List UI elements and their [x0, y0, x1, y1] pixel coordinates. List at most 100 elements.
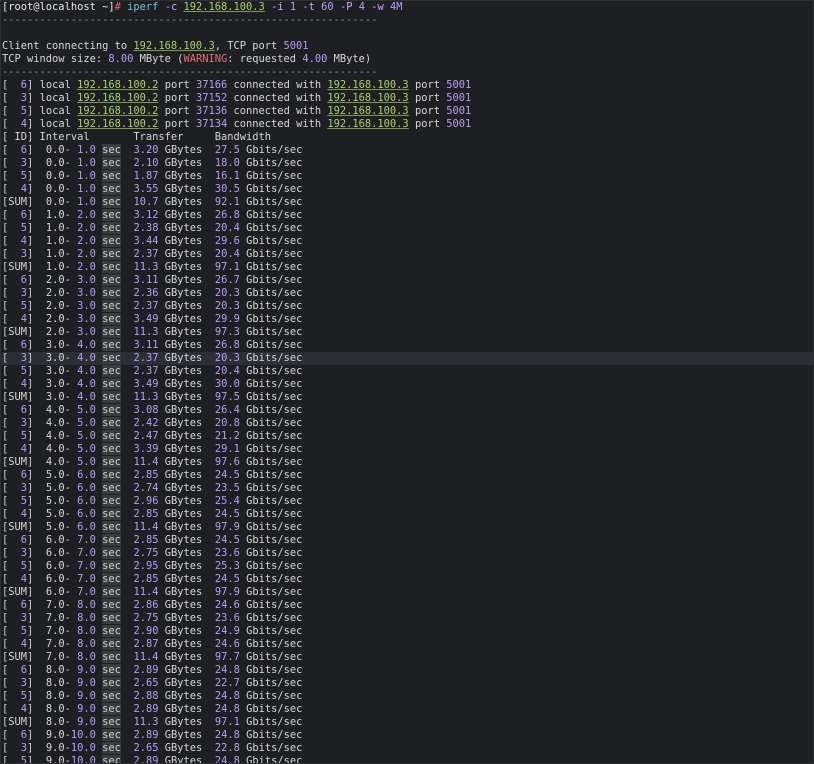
bandwidth-value: 20.4 [214, 248, 240, 260]
spacing [121, 651, 134, 663]
unit-transfer: GBytes [164, 391, 203, 403]
interval-end: 6.0 [77, 508, 96, 520]
spacing [121, 170, 134, 182]
transfer-value: 2.75 [133, 612, 159, 624]
spacing: [ [2, 144, 21, 156]
spacing [121, 690, 134, 702]
bandwidth-value: 16.1 [214, 170, 240, 182]
table-row: [SUM] 5.0- 6.0 sec 11.4 GBytes 97.9 Gbit… [1, 521, 813, 534]
spacing [33, 196, 46, 208]
connection-line: [ 6] local 192.168.100.2 port 37166 conn… [1, 79, 813, 92]
spacing [121, 716, 134, 728]
unit-bandwidth: Gbits/sec [246, 339, 303, 351]
interval-start: 1.0 [45, 235, 65, 247]
table-row: [SUM] 1.0- 2.0 sec 11.3 GBytes 97.1 Gbit… [1, 261, 813, 274]
spacing: [ [2, 573, 21, 585]
unit-sec: sec [102, 560, 121, 572]
spacing [33, 235, 46, 247]
spacing [33, 443, 46, 455]
spacing: - [64, 625, 78, 637]
transfer-value: 2.42 [133, 417, 159, 429]
bandwidth-value: 24.8 [214, 755, 240, 764]
interval-end: 1.0 [77, 183, 96, 195]
unit-transfer: GBytes [164, 313, 203, 325]
transfer-value: 2.85 [133, 573, 159, 585]
spacing: - [64, 690, 78, 702]
spacing: [ [2, 638, 21, 650]
interval-end: 8.0 [77, 599, 96, 611]
interval-start: 9.0 [45, 755, 65, 764]
table-row: [ 5] 8.0- 9.0 sec 2.88 GBytes 24.8 Gbits… [1, 690, 813, 703]
spacing: [ [2, 313, 21, 325]
unit-sec: sec [102, 235, 121, 247]
spacing [202, 222, 215, 234]
interval-end: 4.0 [77, 365, 96, 377]
spacing: [ [2, 274, 21, 286]
transfer-value: 2.47 [133, 430, 159, 442]
spacing [33, 144, 46, 156]
spacing: - [64, 157, 78, 169]
spacing [121, 326, 134, 338]
interval-end: 10.0 [70, 729, 96, 741]
bandwidth-value: 24.8 [214, 703, 240, 715]
spacing [33, 209, 46, 221]
spacing [33, 716, 46, 728]
unit-transfer: GBytes [164, 677, 203, 689]
local-port: 37136 [195, 105, 228, 117]
table-row: [ 6] 0.0- 1.0 sec 3.20 GBytes 27.5 Gbits… [1, 144, 813, 157]
spacing: - [64, 560, 78, 572]
interval-end: 2.0 [77, 222, 96, 234]
spacing [202, 404, 215, 416]
bandwidth-value: 24.6 [214, 599, 240, 611]
interval-end: 5.0 [77, 417, 96, 429]
interval-end: 10.0 [70, 742, 96, 754]
unit-sec: sec [102, 209, 121, 221]
unit-sec: sec [102, 742, 121, 754]
spacing [202, 248, 215, 260]
spacing [202, 599, 215, 611]
spacing [202, 235, 215, 247]
table-row: [ 3] 8.0- 9.0 sec 2.65 GBytes 22.7 Gbits… [1, 677, 813, 690]
spacing: [ [2, 365, 21, 377]
spacing [121, 183, 134, 195]
interval-end: 2.0 [77, 235, 96, 247]
interval-end: 5.0 [77, 456, 96, 468]
client-port: 5001 [283, 40, 309, 52]
connection-line: [ 3] local 192.168.100.2 port 37152 conn… [1, 92, 813, 105]
spacing [33, 664, 46, 676]
spacing [202, 170, 215, 182]
unit-bandwidth: Gbits/sec [246, 742, 303, 754]
unit-transfer: GBytes [164, 261, 203, 273]
bandwidth-value: 26.8 [214, 209, 240, 221]
spacing [33, 534, 46, 546]
unit-transfer: GBytes [164, 625, 203, 637]
interval-start: 2.0 [45, 300, 65, 312]
row-id: SUM [8, 391, 28, 403]
terminal-window[interactable]: [root@localhost ~]# iperf -c 192.168.100… [0, 0, 814, 764]
spacing [121, 495, 134, 507]
word-port: port [408, 118, 447, 130]
spacing: - [64, 326, 78, 338]
remote-ip: 192.168.100.3 [327, 92, 409, 104]
interval-end: 4.0 [77, 352, 96, 364]
spacing: [ [2, 248, 21, 260]
table-row: [ 3] 2.0- 3.0 sec 2.36 GBytes 20.3 Gbits… [1, 287, 813, 300]
unit-bandwidth: Gbits/sec [246, 170, 303, 182]
window-prefix: TCP window size: [2, 53, 109, 65]
unit-bandwidth: Gbits/sec [246, 365, 303, 377]
spacing [121, 625, 134, 637]
prompt-line: [root@localhost ~]# iperf -c 192.168.100… [1, 1, 813, 14]
table-row: [SUM] 0.0- 1.0 sec 10.7 GBytes 92.1 Gbit… [1, 196, 813, 209]
unit-transfer: GBytes [164, 378, 203, 390]
table-row: [ 4] 6.0- 7.0 sec 2.85 GBytes 24.5 Gbits… [1, 573, 813, 586]
unit-transfer: GBytes [164, 209, 203, 221]
interval-start: 5.0 [45, 495, 65, 507]
word-local: local [33, 105, 78, 117]
spacing [202, 729, 215, 741]
client-mid: , TCP port [214, 40, 284, 52]
spacing [121, 248, 134, 260]
bandwidth-value: 20.8 [214, 417, 240, 429]
spacing: [ [2, 625, 21, 637]
table-row: [ 3] 0.0- 1.0 sec 2.10 GBytes 18.0 Gbits… [1, 157, 813, 170]
bandwidth-value: 26.7 [214, 274, 240, 286]
